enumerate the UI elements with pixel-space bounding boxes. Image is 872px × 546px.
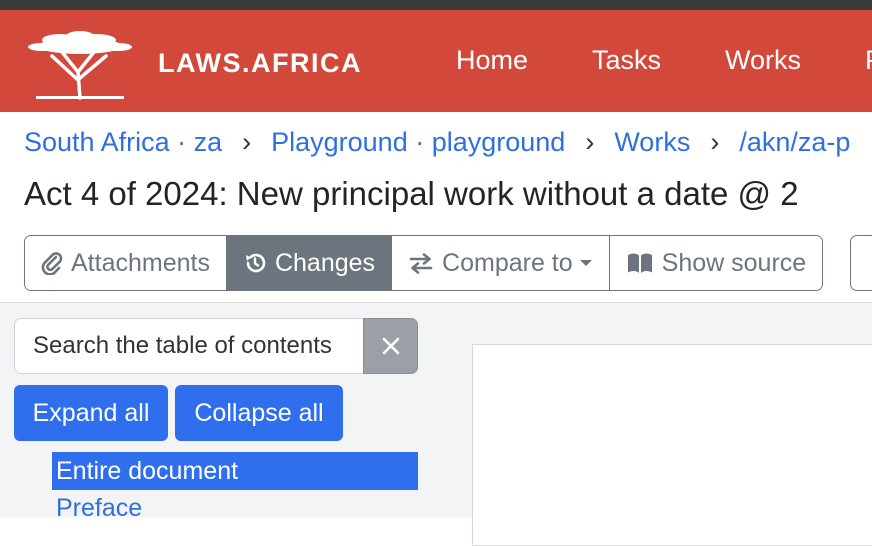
breadcrumb-frbr-uri[interactable]: /akn/za-p [739,127,850,157]
acacia-tree-logo[interactable] [22,28,138,104]
nav-works[interactable]: Works [725,45,801,76]
nav-item-truncated[interactable]: P [865,45,872,76]
breadcrumb-separator: › [585,127,595,157]
breadcrumb: South Africa · za › Playground · playgroun… [24,127,850,158]
changes-button[interactable]: Changes [226,236,393,290]
caret-down-icon [579,260,592,266]
toc-item-preface[interactable]: Preface [56,494,142,523]
toc-item-entire-document[interactable]: Entire document [52,452,418,490]
exchange-arrows-icon [409,253,433,274]
document-toolbar: Attachments Changes Compare to Show sour… [24,235,824,291]
brand-name[interactable]: LAWS.AFRICA [158,48,362,79]
breadcrumb-separator: › [710,127,720,157]
nav-home[interactable]: Home [456,45,528,76]
toc-search-input[interactable] [15,319,365,373]
clear-search-button[interactable] [363,318,418,374]
breadcrumb-country[interactable]: South Africa · za [24,127,222,157]
breadcrumb-place[interactable]: Playground · playground [271,127,565,157]
collapse-all-button[interactable]: Collapse all [175,385,343,441]
paperclip-icon [41,252,63,275]
history-icon [245,253,266,273]
attachments-button[interactable]: Attachments [25,236,227,290]
close-icon [382,337,399,355]
toc-search-field[interactable] [14,318,366,374]
compare-to-label: Compare to [442,248,573,277]
breadcrumb-works[interactable]: Works [614,127,690,157]
nav-tasks[interactable]: Tasks [592,45,661,76]
toolbar-overflow-button[interactable] [850,235,872,291]
navbar: LAWS.AFRICA Home Tasks Works P [0,10,872,112]
page-title: Act 4 of 2024: New principal work withou… [24,175,799,212]
book-icon [627,253,652,273]
expand-all-button[interactable]: Expand all [14,385,168,441]
show-source-button[interactable]: Show source [609,236,823,290]
breadcrumb-separator: › [242,127,252,157]
window-top-strip [0,0,872,10]
attachments-label: Attachments [71,248,210,277]
compare-to-dropdown[interactable]: Compare to [392,236,610,290]
changes-label: Changes [274,248,376,277]
show-source-label: Show source [661,248,807,277]
